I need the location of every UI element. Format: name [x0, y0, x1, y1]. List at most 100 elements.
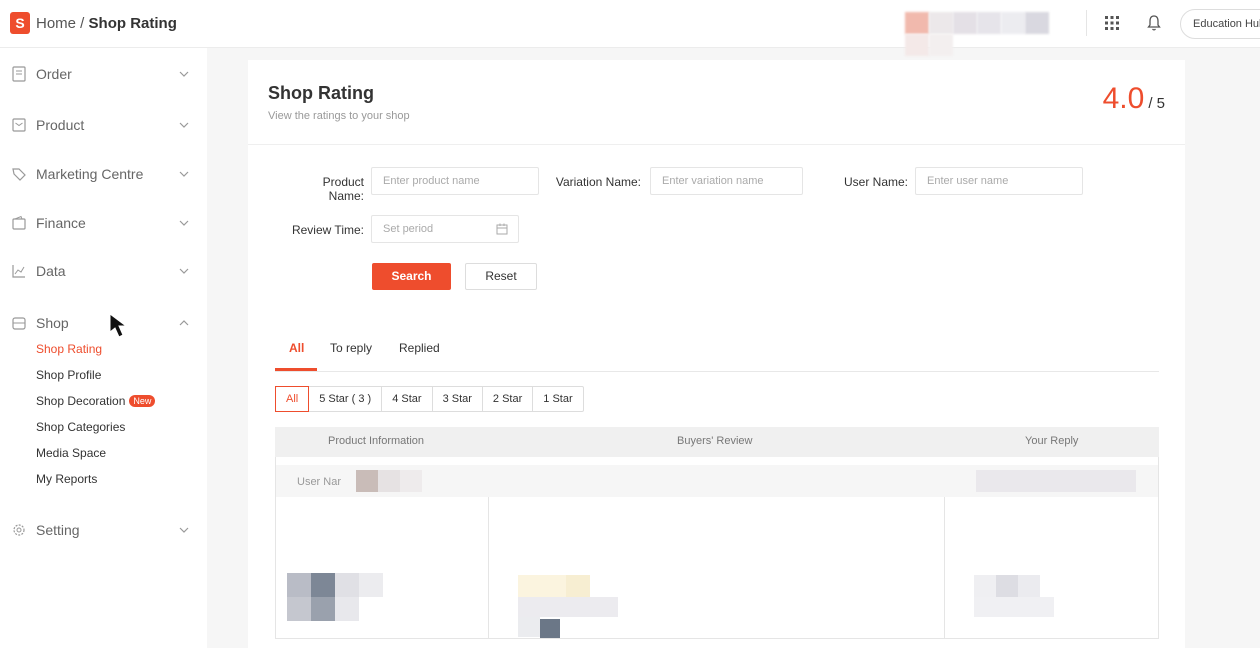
tabs-divider	[275, 371, 1159, 372]
gear-icon	[13, 524, 25, 536]
blurred-product-image	[311, 573, 335, 597]
sidebar: Order Product Marketing Centre Finance D…	[0, 48, 207, 648]
review-time-label: Review Time:	[291, 223, 364, 237]
tab-to-reply[interactable]: To reply	[330, 341, 372, 355]
chart-icon	[12, 265, 25, 278]
blurred-review-content	[518, 575, 566, 597]
star-filter-4[interactable]: 4 Star	[382, 387, 433, 411]
star-filter-2[interactable]: 2 Star	[483, 387, 534, 411]
sidebar-item-data[interactable]: Data	[0, 260, 207, 284]
star-filter-all[interactable]: All	[275, 386, 310, 412]
active-tab-indicator	[275, 368, 317, 371]
product-name-label: Product Name:	[322, 175, 364, 203]
blurred-order-info	[976, 470, 1136, 492]
sidebar-subitem-shop-decoration[interactable]: Shop Decoration New	[36, 394, 156, 408]
star-filter-3[interactable]: 3 Star	[433, 387, 483, 411]
sidebar-item-label: Product	[36, 117, 85, 133]
bell-icon[interactable]	[1146, 14, 1162, 32]
breadcrumb: Home / Shop Rating	[36, 15, 177, 32]
tab-all[interactable]: All	[289, 341, 304, 355]
breadcrumb-current: Shop Rating	[88, 15, 177, 32]
review-time-picker[interactable]: Set period	[371, 215, 519, 243]
blurred-reply	[974, 597, 1054, 617]
tab-replied[interactable]: Replied	[399, 341, 440, 355]
topbar-divider	[1086, 10, 1087, 36]
chevron-down-icon	[179, 122, 189, 128]
user-name-input[interactable]: Enter user name	[915, 167, 1083, 195]
education-hub-button[interactable]: Education Hub	[1180, 9, 1260, 39]
blurred-review-content	[518, 597, 618, 617]
sidebar-item-product[interactable]: Product	[0, 114, 207, 138]
star-filter-group: All 5 Star ( 3 ) 4 Star 3 Star 2 Star 1 …	[275, 386, 584, 412]
column-header-buyers-review: Buyers' Review	[677, 435, 753, 447]
sidebar-subitem-shop-rating[interactable]: Shop Rating	[36, 342, 102, 356]
product-icon	[12, 118, 26, 132]
user-name-label: User Nar	[297, 476, 342, 488]
star-filter-5[interactable]: 5 Star ( 3 )	[309, 387, 383, 411]
chevron-down-icon	[179, 220, 189, 226]
user-name-label: User Name:	[843, 175, 908, 189]
page-subtitle: View the ratings to your shop	[268, 110, 410, 122]
product-name-input[interactable]: Enter product name	[371, 167, 539, 195]
star-filter-1[interactable]: 1 Star	[533, 387, 582, 411]
column-header-product-information: Product Information	[328, 435, 424, 447]
sidebar-subitem-shop-categories[interactable]: Shop Categories	[36, 420, 125, 434]
calendar-icon	[496, 223, 508, 235]
sidebar-item-order[interactable]: Order	[0, 63, 207, 87]
sidebar-subitem-media-space[interactable]: Media Space	[36, 446, 106, 460]
breadcrumb-separator: /	[76, 15, 89, 32]
review-user-row: User Nar	[276, 465, 1158, 497]
blurred-reply	[1018, 575, 1040, 597]
score-value: 4.0	[1102, 82, 1145, 115]
blurred-user-info	[905, 10, 1055, 56]
variation-name-label: Variation Name:	[555, 175, 641, 189]
mouse-cursor-icon	[109, 313, 128, 338]
review-time-placeholder: Set period	[383, 223, 434, 235]
apps-grid-icon[interactable]	[1104, 15, 1120, 31]
reset-button[interactable]: Reset	[465, 263, 537, 290]
sidebar-item-label: Shop	[36, 315, 69, 331]
blurred-reply	[974, 575, 996, 597]
shopee-logo[interactable]: S	[10, 12, 30, 34]
sidebar-item-finance[interactable]: Finance	[0, 212, 207, 236]
sidebar-item-label: Data	[36, 263, 66, 279]
score-max: / 5	[1148, 95, 1165, 112]
blurred-username	[378, 470, 400, 492]
blurred-review-image	[540, 619, 560, 638]
sidebar-subitem-label: Shop Decoration	[36, 394, 126, 408]
blurred-product-image	[311, 597, 335, 621]
sidebar-subitem-my-reports[interactable]: My Reports	[36, 472, 97, 486]
order-icon	[12, 66, 26, 82]
blurred-username	[400, 470, 422, 492]
tag-icon	[12, 168, 26, 181]
chevron-down-icon	[179, 171, 189, 177]
header-divider	[248, 144, 1185, 145]
review-row: User Nar	[275, 457, 1159, 639]
sidebar-item-setting[interactable]: Setting	[0, 519, 207, 543]
blurred-reply	[996, 575, 1018, 597]
variation-name-input[interactable]: Enter variation name	[650, 167, 803, 195]
chevron-down-icon	[179, 268, 189, 274]
sidebar-item-shop[interactable]: Shop	[0, 312, 207, 336]
sidebar-subitem-shop-profile[interactable]: Shop Profile	[36, 368, 101, 382]
breadcrumb-home[interactable]: Home	[36, 15, 76, 32]
chevron-up-icon	[179, 320, 189, 326]
chevron-down-icon	[179, 527, 189, 533]
top-bar: S Home / Shop Rating Education Hub	[0, 0, 1260, 56]
sidebar-item-marketing-centre[interactable]: Marketing Centre	[0, 163, 207, 187]
shop-rating-panel: Shop Rating View the ratings to your sho…	[248, 60, 1185, 648]
wallet-icon	[12, 215, 26, 230]
column-divider	[944, 497, 945, 638]
shop-icon	[12, 317, 26, 330]
search-button[interactable]: Search	[372, 263, 451, 290]
sidebar-item-label: Marketing Centre	[36, 166, 144, 182]
column-header-your-reply: Your Reply	[1025, 435, 1079, 447]
blurred-product-image	[287, 597, 311, 621]
blurred-product-image	[359, 573, 383, 597]
blurred-review-content	[518, 617, 540, 637]
new-badge: New	[129, 395, 156, 407]
sidebar-item-label: Setting	[36, 522, 80, 538]
page-title: Shop Rating	[268, 83, 374, 103]
blurred-product-image	[335, 597, 359, 621]
blurred-product-image	[287, 573, 311, 597]
